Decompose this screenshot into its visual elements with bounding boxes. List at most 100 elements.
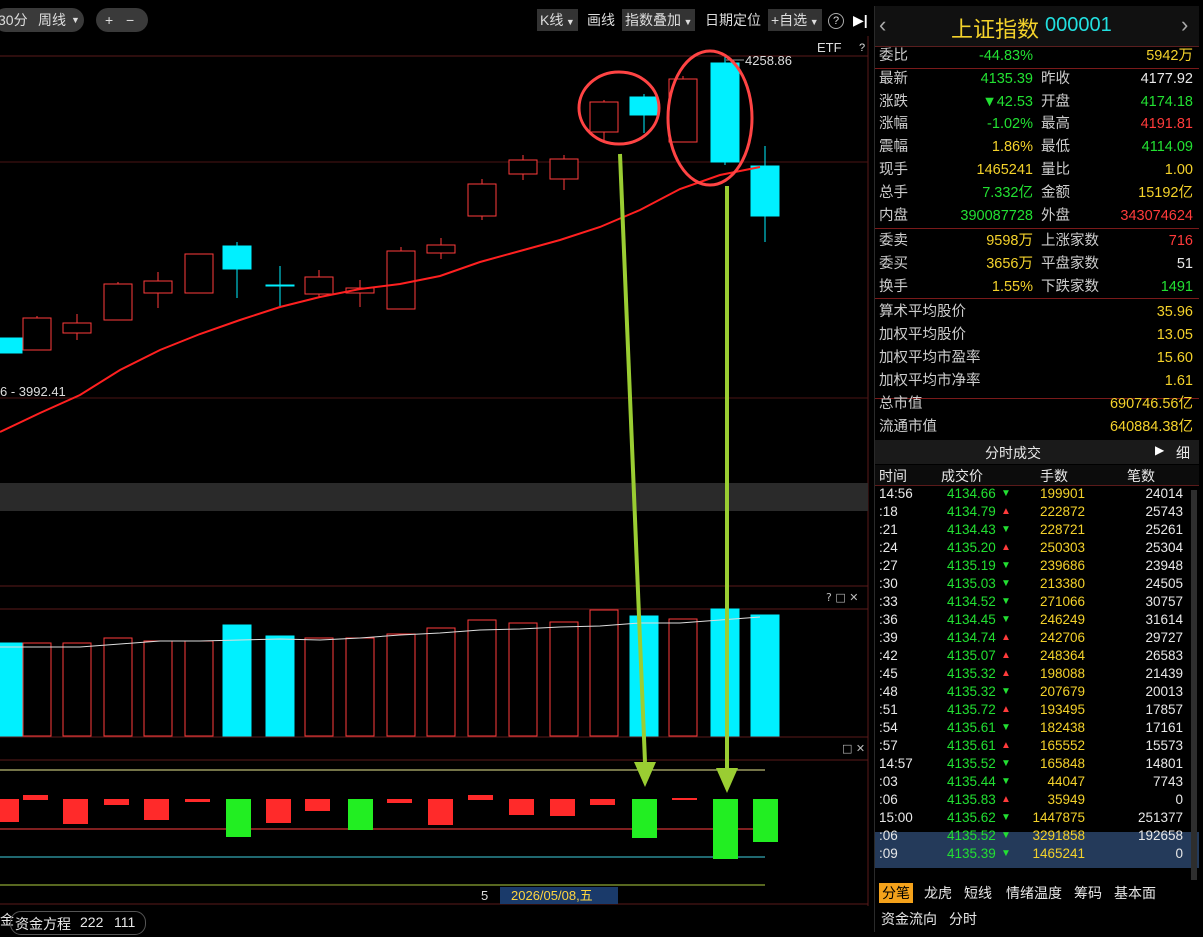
bottom-tab-zijin[interactable]: 资金方程 — [15, 914, 71, 934]
tick-row[interactable]: :27 4135.19 ▼ 239686 23948 — [875, 557, 1197, 575]
macd-bar[interactable] — [104, 799, 129, 805]
macd-bar[interactable] — [590, 799, 615, 805]
macd-panel-controls[interactable]: □ ✕ — [842, 742, 865, 755]
tick-row[interactable]: :03 4135.44 ▼ 44047 7743 — [875, 773, 1197, 791]
bottom-tab-111[interactable]: 111 — [114, 914, 135, 930]
ticks-scrollbar[interactable] — [1191, 490, 1197, 880]
next-stock-icon[interactable]: › — [1181, 12, 1188, 38]
play-icon[interactable]: ▶ — [1155, 443, 1164, 457]
tick-row[interactable]: :33 4134.52 ▼ 271066 30757 — [875, 593, 1197, 611]
panel-tab[interactable]: 基本面 — [1111, 883, 1159, 903]
volume-bar[interactable] — [549, 621, 579, 737]
macd-bar[interactable] — [0, 799, 19, 822]
index-overlay-dropdown[interactable]: 指数叠加 ▼ — [622, 9, 696, 31]
tick-row[interactable]: :09 4135.39 ▼ 1465241 0 — [875, 845, 1197, 863]
panel-tab[interactable]: 分笔 — [879, 883, 913, 903]
period-week[interactable]: 周线 — [38, 8, 66, 32]
panel-tab[interactable]: 筹码 — [1071, 883, 1105, 903]
candlestick[interactable] — [265, 266, 295, 308]
volume-bar[interactable] — [62, 642, 92, 737]
tick-row[interactable]: :06 4135.52 ▼ 3291858 192658 — [875, 827, 1197, 845]
watchlist-dropdown[interactable]: +自选 ▼ — [768, 9, 822, 31]
tick-row[interactable]: 15:00 4135.62 ▼ 1447875 251377 — [875, 809, 1197, 827]
candlestick[interactable] — [143, 272, 173, 308]
kline-dropdown[interactable]: K线 ▼ — [537, 9, 578, 31]
tick-row[interactable]: :54 4135.61 ▼ 182438 17161 — [875, 719, 1197, 737]
candlestick[interactable] — [304, 270, 334, 298]
volume-bar[interactable] — [184, 640, 214, 737]
scroll-band[interactable] — [0, 483, 868, 511]
candlestick[interactable] — [62, 314, 92, 340]
ticks-title[interactable]: 分时成交 — [985, 443, 1041, 463]
volume-panel-controls[interactable]: ? □ ✕ — [826, 591, 858, 604]
macd-bar[interactable] — [348, 799, 373, 830]
macd-bar[interactable] — [509, 799, 534, 815]
candlestick[interactable] — [750, 146, 780, 242]
volume-bar[interactable] — [589, 609, 619, 737]
macd-bar[interactable] — [632, 799, 657, 838]
tick-row[interactable]: :18 4134.79 ▲ 222872 25743 — [875, 503, 1197, 521]
macd-bar[interactable] — [144, 799, 169, 820]
volume-bar[interactable] — [22, 642, 52, 737]
macd-bar[interactable] — [63, 799, 88, 824]
tick-row[interactable]: 14:57 4135.52 ▼ 165848 14801 — [875, 755, 1197, 773]
help-icon[interactable]: ? — [828, 13, 844, 29]
tick-row[interactable]: :36 4134.45 ▼ 246249 31614 — [875, 611, 1197, 629]
candlestick[interactable] — [386, 247, 416, 310]
macd-bar[interactable] — [23, 795, 48, 800]
macd-bar[interactable] — [672, 798, 697, 800]
zoom-out-button[interactable]: − — [126, 8, 134, 32]
candlestick[interactable] — [22, 316, 52, 351]
macd-bar[interactable] — [753, 799, 778, 842]
panel-tab[interactable]: 资金流向 — [881, 909, 937, 929]
tick-row[interactable]: 14:56 4134.66 ▼ 199901 24014 — [875, 485, 1197, 503]
period-selector[interactable]: 30分 周线 ▼ — [0, 8, 84, 32]
volume-bar[interactable] — [304, 637, 334, 737]
volume-bar[interactable] — [668, 618, 698, 737]
volume-bar[interactable] — [222, 624, 252, 737]
volume-bar[interactable] — [0, 642, 23, 737]
panel-tab[interactable]: 龙虎 — [921, 883, 955, 903]
tick-row[interactable]: :57 4135.61 ▲ 165552 15573 — [875, 737, 1197, 755]
volume-bar[interactable] — [426, 627, 456, 737]
macd-bar[interactable] — [226, 799, 251, 837]
candlestick[interactable] — [103, 282, 133, 321]
volume-bar[interactable] — [345, 637, 375, 737]
macd-bar[interactable] — [185, 799, 210, 802]
date-locate-button[interactable]: 日期定位 — [702, 9, 764, 31]
tick-row[interactable]: :21 4134.43 ▼ 228721 25261 — [875, 521, 1197, 539]
panel-tab[interactable]: 短线 — [961, 883, 995, 903]
candlestick[interactable] — [345, 280, 375, 307]
kline-chart[interactable]: 4258.86 6 - 3992.41 ? □ ✕ □ ✕ 5 2026/05/… — [0, 36, 870, 936]
panel-tab[interactable]: 分时 — [949, 909, 977, 929]
candlestick[interactable] — [467, 179, 497, 220]
candlestick[interactable] — [508, 155, 538, 180]
macd-bar[interactable] — [713, 799, 738, 859]
tick-row[interactable]: :51 4135.72 ▲ 193495 17857 — [875, 701, 1197, 719]
macd-bar[interactable] — [305, 799, 330, 811]
panel-tab[interactable]: 情绪温度 — [1003, 883, 1065, 903]
ticks-detail-button[interactable]: 细 — [1176, 443, 1190, 463]
candlestick[interactable] — [549, 155, 579, 190]
volume-bar[interactable] — [508, 622, 538, 737]
candlestick[interactable] — [426, 238, 456, 259]
tick-row[interactable]: :42 4135.07 ▲ 248364 26583 — [875, 647, 1197, 665]
candlestick[interactable] — [222, 242, 252, 298]
macd-bar[interactable] — [428, 799, 453, 825]
chevron-down-icon[interactable]: ▼ — [71, 8, 80, 32]
bottom-tab-222[interactable]: 222 — [80, 914, 103, 930]
volume-bar[interactable] — [103, 637, 133, 737]
tick-row[interactable]: :45 4135.32 ▲ 198088 21439 — [875, 665, 1197, 683]
tick-row[interactable]: :24 4135.20 ▲ 250303 25304 — [875, 539, 1197, 557]
macd-bar[interactable] — [468, 795, 493, 800]
candlestick[interactable] — [184, 253, 214, 294]
candlestick[interactable] — [0, 337, 23, 354]
volume-bar[interactable] — [467, 619, 497, 737]
collapse-right-icon[interactable]: ▶| — [850, 9, 871, 31]
period-30min[interactable]: 30分 — [0, 8, 28, 32]
volume-bar[interactable] — [386, 633, 416, 737]
draw-line-button[interactable]: 画线 — [584, 9, 618, 31]
volume-bar[interactable] — [265, 635, 295, 737]
prev-stock-icon[interactable]: ‹ — [879, 12, 886, 38]
macd-bar[interactable] — [550, 799, 575, 816]
